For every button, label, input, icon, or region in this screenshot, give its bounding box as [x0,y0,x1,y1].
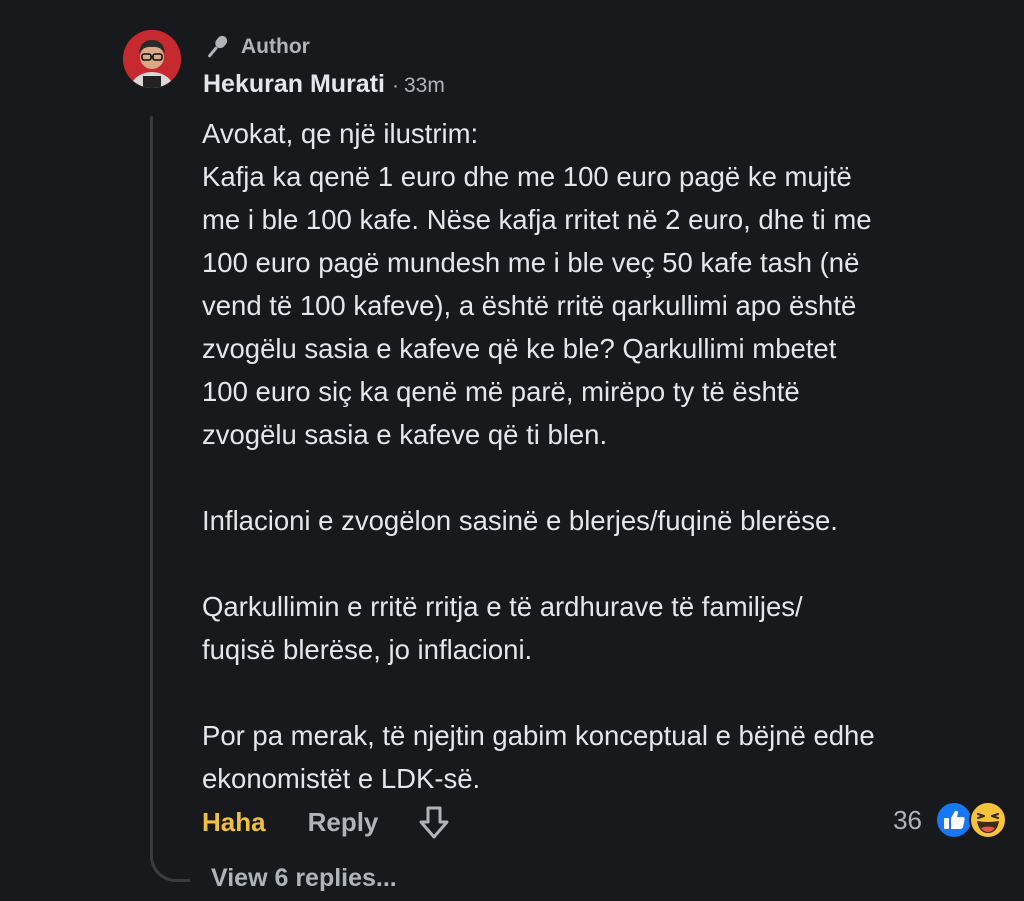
share-icon[interactable] [414,803,454,841]
comment-header: Hekuran Murati · 33m [203,70,445,99]
comment-line: fuqisë blerëse, jo inflacioni. [202,634,533,665]
comment-line: ekonomistët e LDK-së. [202,763,481,794]
comment-time[interactable]: 33m [404,74,445,98]
microphone-icon [208,35,228,58]
reaction-count: 36 [893,804,922,835]
comment-actions: Haha Reply [202,800,454,844]
comment-line: Avokat, qe një ilustrim: [202,118,479,149]
avatar-image [123,30,181,88]
comment-line: Kafja ka qenë 1 euro dhe me 100 euro pag… [202,161,852,192]
comment-line: 100 euro pagë mundesh me i ble veç 50 ka… [202,247,860,278]
comment-line: me i ble 100 kafe. Nëse kafja rritet në … [202,204,872,235]
haha-icon [968,800,1008,840]
haha-reaction-button[interactable]: Haha [202,807,266,838]
thread-line [150,116,153,851]
comment-line: Qarkullimin e rritë rritja e të ardhurav… [202,591,803,622]
comment-line: zvogëlu sasia e kafeve që ke ble? Qarkul… [202,333,837,364]
reaction-summary[interactable]: 36 [893,798,1008,842]
author-badge-label: Author [241,35,310,58]
comment-line: Inflacioni e zvogëlon sasinë e blerjes/f… [202,505,838,536]
comment-line: 100 euro siç ka qenë më parë, mirëpo ty … [202,376,800,407]
comment-line: vend të 100 kafeve), a është rritë qarku… [202,290,857,321]
reply-button[interactable]: Reply [308,807,379,838]
author-name[interactable]: Hekuran Murati [203,70,385,99]
thread-connector [150,836,190,882]
comment-line: zvogëlu sasia e kafeve që ti blen. [202,419,608,450]
author-badge: Author [203,33,310,61]
avatar[interactable] [123,30,181,88]
view-replies-link[interactable]: View 6 replies... [211,864,397,893]
comment-body: Avokat, qe një ilustrim: Kafja ka qenë 1… [202,112,1002,800]
separator-dot: · [391,74,399,97]
comment-line: Por pa merak, të njejtin gabim konceptua… [202,720,875,751]
